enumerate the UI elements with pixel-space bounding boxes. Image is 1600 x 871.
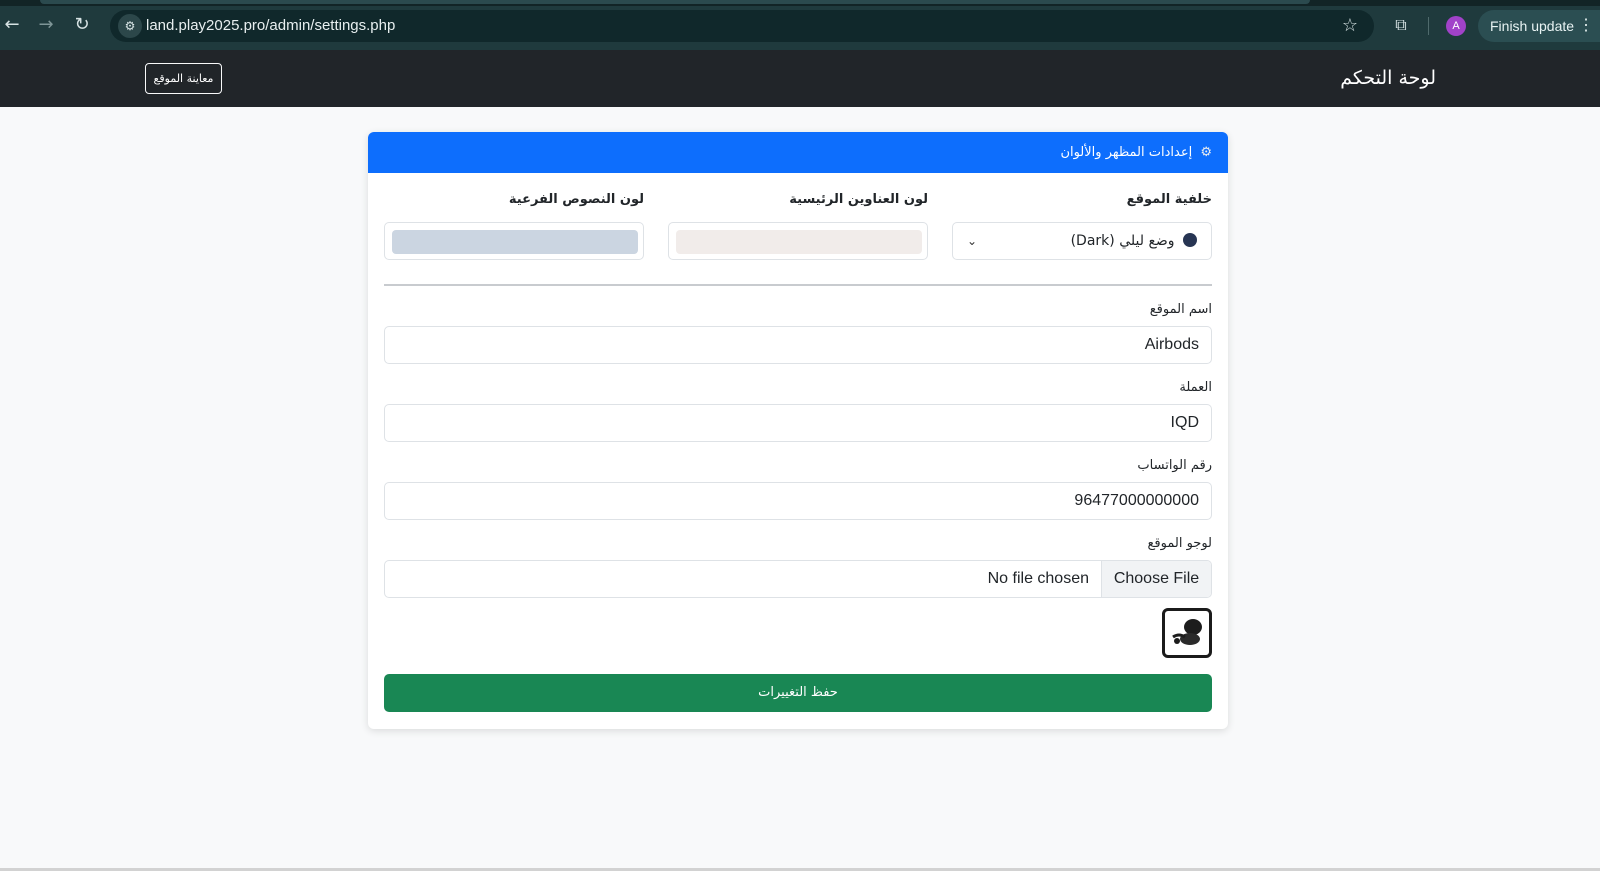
- profile-avatar[interactable]: A: [1446, 16, 1466, 36]
- url-text[interactable]: land.play2025.pro/admin/settings.php: [146, 10, 395, 42]
- finish-update-label: Finish update: [1490, 18, 1575, 34]
- forward-arrow-icon[interactable]: →: [34, 13, 58, 37]
- heading-color-input[interactable]: [668, 222, 928, 260]
- logo-file-input[interactable]: Choose File No file chosen: [384, 560, 1212, 598]
- subtext-color-label: لون النصوص الفرعية: [508, 192, 644, 207]
- extensions-puzzle-icon[interactable]: ⧉: [1390, 14, 1412, 36]
- choose-file-button[interactable]: Choose File: [1101, 561, 1211, 597]
- site-name-input[interactable]: Airbods: [384, 326, 1212, 364]
- settings-card: ⚙ إعدادات المظهر والألوان خلفية الموقع و…: [368, 132, 1228, 729]
- bookmark-star-icon[interactable]: ☆: [1338, 14, 1362, 38]
- finish-update-button[interactable]: Finish update ⋮: [1478, 10, 1600, 42]
- back-arrow-icon[interactable]: ←: [0, 13, 24, 37]
- gear-icon: ⚙: [1200, 145, 1212, 160]
- site-settings-icon[interactable]: ⚙: [118, 14, 142, 38]
- active-tab[interactable]: [40, 0, 1310, 4]
- section-divider: [384, 284, 1212, 286]
- address-bar[interactable]: ⚙ land.play2025.pro/admin/settings.php ☆: [110, 10, 1374, 42]
- preview-site-button[interactable]: معاينة الموقع: [145, 63, 222, 94]
- more-menu-icon[interactable]: ⋮: [1578, 10, 1594, 42]
- card-header-title: إعدادات المظهر والألوان: [1060, 145, 1193, 160]
- whatsapp-input[interactable]: 96477000000000: [384, 482, 1212, 520]
- dark-mode-dot-icon: [1183, 233, 1197, 247]
- background-selected-value: وضع ليلي (Dark): [1070, 233, 1175, 249]
- logo-label: لوجو الموقع: [1147, 536, 1213, 551]
- admin-navbar: لوحة التحكم معاينة الموقع: [0, 50, 1600, 107]
- file-status-text: No file chosen: [987, 570, 1089, 587]
- earbuds-logo-icon: [1172, 619, 1202, 645]
- subtext-color-swatch: [392, 230, 638, 254]
- toolbar-divider: [1428, 17, 1429, 35]
- currency-input[interactable]: IQD: [384, 404, 1212, 442]
- heading-color-label: لون العناوين الرئيسية: [789, 192, 928, 207]
- reload-icon[interactable]: ↻: [70, 13, 94, 37]
- browser-toolbar: ← → ↻ ⚙ land.play2025.pro/admin/settings…: [0, 0, 1600, 50]
- currency-label: العملة: [1179, 380, 1212, 395]
- card-header: ⚙ إعدادات المظهر والألوان: [368, 132, 1228, 173]
- chevron-down-icon: ⌄: [967, 234, 978, 248]
- logo-preview-image: [1162, 608, 1212, 658]
- save-changes-button[interactable]: حفظ التغييرات: [384, 674, 1212, 712]
- background-label: خلفية الموقع: [1126, 192, 1212, 207]
- heading-color-swatch: [676, 230, 922, 254]
- whatsapp-label: رقم الواتساب: [1137, 458, 1212, 473]
- navbar-brand[interactable]: لوحة التحكم: [1340, 50, 1436, 107]
- site-name-label: اسم الموقع: [1149, 302, 1212, 317]
- subtext-color-input[interactable]: [384, 222, 644, 260]
- background-select[interactable]: وضع ليلي (Dark) ⌄: [952, 222, 1212, 260]
